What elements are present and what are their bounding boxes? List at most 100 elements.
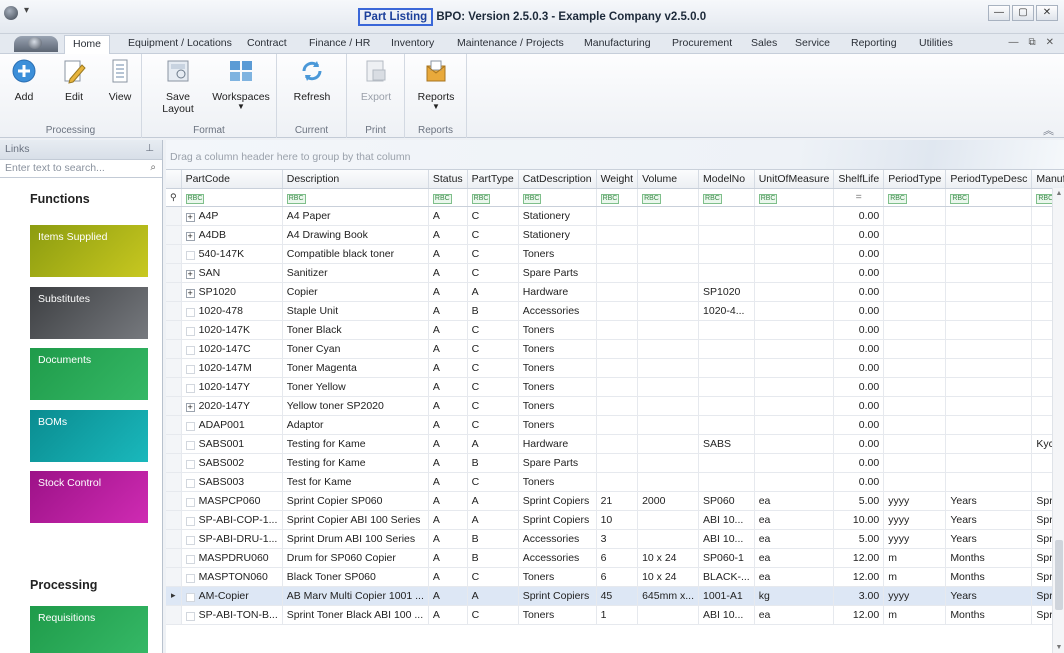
filter-cell-partcode[interactable]: RBC — [181, 188, 283, 207]
column-header-weight[interactable]: Weight — [596, 170, 639, 189]
filter-cell-shelflife[interactable]: = — [833, 188, 885, 207]
filter-condition-icon[interactable]: RBC — [286, 193, 306, 204]
row-indicator[interactable] — [166, 206, 182, 226]
add-button[interactable]: Add — [8, 58, 40, 103]
tab-utilities[interactable]: Utilities — [919, 37, 953, 49]
column-header-modelno[interactable]: ModelNo — [698, 170, 755, 189]
filter-condition-icon[interactable]: RBC — [950, 193, 970, 204]
table-row[interactable]: + A4DB A4 Drawing Book A C Stationery 0.00 — [166, 225, 1064, 245]
tab-finance-hr[interactable]: Finance / HR — [309, 37, 370, 49]
filter-condition-icon[interactable]: RBC — [522, 193, 542, 204]
edit-button[interactable]: Edit — [58, 58, 90, 103]
expand-row-empty-icon[interactable]: + — [185, 535, 195, 545]
row-indicator[interactable] — [166, 282, 182, 302]
filter-cell-parttype[interactable]: RBC — [467, 188, 519, 207]
row-indicator[interactable] — [166, 320, 182, 340]
expand-row-empty-icon[interactable]: + — [185, 440, 195, 450]
row-indicator[interactable] — [166, 529, 182, 549]
expand-row-icon[interactable]: + — [185, 402, 195, 412]
column-header-unitofmeasure[interactable]: UnitOfMeasure — [754, 170, 835, 189]
expand-row-empty-icon[interactable]: + — [185, 307, 195, 317]
filter-cell-volume[interactable]: RBC — [637, 188, 700, 207]
refresh-button[interactable]: Refresh — [285, 58, 339, 103]
column-header-periodtypedesc[interactable]: PeriodTypeDesc — [945, 170, 1033, 189]
scroll-up-icon[interactable]: ▲ — [1053, 190, 1064, 197]
application-menu-button[interactable] — [14, 36, 58, 52]
expand-row-icon[interactable]: + — [185, 231, 195, 241]
filter-cell-weight[interactable]: RBC — [596, 188, 639, 207]
expand-row-icon[interactable]: + — [185, 212, 195, 222]
filter-cell-status[interactable]: RBC — [428, 188, 468, 207]
tab-inventory[interactable]: Inventory — [391, 37, 434, 49]
tab-procurement[interactable]: Procurement — [672, 37, 732, 49]
filter-cell-description[interactable]: RBC — [282, 188, 429, 207]
column-header-parttype[interactable]: PartType — [467, 170, 519, 189]
row-indicator[interactable] — [166, 377, 182, 397]
table-row[interactable]: +SABS003Test for KameACToners0.00 — [166, 472, 1064, 492]
table-row[interactable]: +SP-ABI-DRU-1...Sprint Drum ABI 100 Seri… — [166, 529, 1064, 549]
table-row[interactable]: +1020-478Staple UnitABAccessories1020-4.… — [166, 301, 1064, 321]
expand-row-empty-icon[interactable]: + — [185, 497, 195, 507]
expand-row-empty-icon[interactable]: + — [185, 592, 195, 602]
row-indicator[interactable]: ▸ — [166, 586, 182, 606]
mdi-close-icon[interactable]: ✕ — [1046, 37, 1054, 48]
table-row[interactable]: +SABS002Testing for KameABSpare Parts0.0… — [166, 453, 1064, 473]
expand-row-empty-icon[interactable]: + — [185, 383, 195, 393]
expand-row-empty-icon[interactable]: + — [185, 250, 195, 260]
scroll-down-icon[interactable]: ▼ — [1053, 644, 1064, 651]
tile-stock-control[interactable]: Stock Control — [30, 471, 148, 523]
tile-items-supplied[interactable]: Items Supplied — [30, 225, 148, 277]
filter-condition-icon[interactable]: RBC — [703, 193, 722, 204]
tab-home[interactable]: Home — [64, 35, 111, 55]
filter-cell-periodtypedesc[interactable]: RBC — [945, 188, 1033, 207]
row-indicator[interactable] — [166, 548, 182, 568]
column-header-manufa[interactable]: Manufa — [1031, 170, 1064, 189]
reports-button[interactable]: Reports ▼ — [411, 58, 461, 111]
minimize-button[interactable]: — — [988, 5, 1010, 21]
column-header-catdescription[interactable]: CatDescription — [518, 170, 597, 189]
filter-cell-catdescription[interactable]: RBC — [518, 188, 597, 207]
column-header-shelflife[interactable]: ShelfLife — [833, 170, 885, 189]
tile-boms[interactable]: BOMs — [30, 410, 148, 462]
row-indicator[interactable] — [166, 510, 182, 530]
tab-service[interactable]: Service — [795, 37, 830, 49]
expand-row-empty-icon[interactable]: + — [185, 478, 195, 488]
column-header-volume[interactable]: Volume — [637, 170, 700, 189]
expand-row-empty-icon[interactable]: + — [185, 611, 195, 621]
row-indicator[interactable] — [166, 567, 182, 587]
filter-cell-unitofmeasure[interactable]: RBC — [754, 188, 835, 207]
group-by-panel[interactable]: Drag a column header here to group by th… — [166, 140, 1064, 170]
table-row[interactable]: +1020-147MToner MagentaACToners0.00 — [166, 358, 1064, 378]
row-indicator[interactable] — [166, 453, 182, 473]
table-row[interactable]: +1020-147KToner BlackACToners0.00 — [166, 320, 1064, 340]
expand-row-empty-icon[interactable]: + — [185, 364, 195, 374]
column-header-status[interactable]: Status — [428, 170, 468, 189]
row-indicator[interactable] — [166, 415, 182, 435]
filter-condition-icon[interactable]: RBC — [758, 193, 778, 204]
scroll-thumb[interactable] — [1055, 540, 1063, 610]
table-row[interactable]: + SP1020 Copier A A Hardware SP1020 0.00 — [166, 282, 1064, 302]
table-row[interactable]: +MASPTON060Black Toner SP060ACToners610 … — [166, 567, 1064, 587]
row-indicator[interactable] — [166, 244, 182, 264]
table-row[interactable]: +2020-147Y Yellow toner SP2020 A C Toners 0.0… — [166, 396, 1064, 416]
maximize-button[interactable]: ▢ — [1012, 5, 1034, 21]
table-row[interactable]: +MASPCP060Sprint Copier SP060AASprint Co… — [166, 491, 1064, 511]
table-row[interactable]: +MASPDRU060Drum for SP060 CopierABAccess… — [166, 548, 1064, 568]
expand-row-empty-icon[interactable]: + — [185, 573, 195, 583]
filter-condition-icon[interactable]: RBC — [600, 193, 620, 204]
table-row[interactable]: + SAN Sanitizer A C Spare Parts 0.00 — [166, 263, 1064, 283]
table-row[interactable]: +SP-ABI-COP-1...Sprint Copier ABI 100 Se… — [166, 510, 1064, 530]
filter-condition-icon[interactable]: RBC — [471, 193, 491, 204]
tile-documents[interactable]: Documents — [30, 348, 148, 400]
tile-substitutes[interactable]: Substitutes — [30, 287, 148, 339]
filter-cell-modelno[interactable]: RBC — [698, 188, 755, 207]
expand-row-empty-icon[interactable]: + — [185, 554, 195, 564]
row-indicator[interactable] — [166, 358, 182, 378]
tile-requisitions[interactable]: Requisitions — [30, 606, 148, 653]
table-row[interactable]: +1020-147CToner CyanACToners0.00 — [166, 339, 1064, 359]
view-button[interactable]: View — [104, 58, 136, 103]
row-indicator[interactable] — [166, 434, 182, 454]
row-indicator[interactable] — [166, 225, 182, 245]
table-row[interactable]: ▸+AM-CopierAB Marv Multi Copier 1001 ...… — [166, 586, 1064, 606]
filter-condition-icon[interactable]: RBC — [888, 193, 907, 204]
